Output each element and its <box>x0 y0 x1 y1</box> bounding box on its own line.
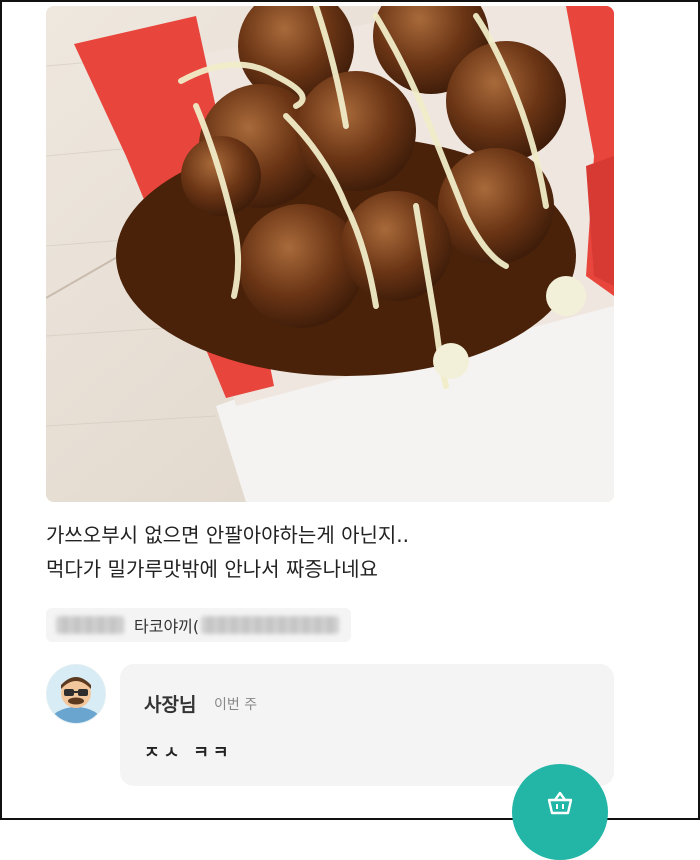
review-line-2: 먹다가 밀가루맛밖에 안나서 짜증나네요 <box>46 557 378 581</box>
reply-text: ㅈㅅ ㅋㅋ <box>144 743 233 763</box>
basket-icon <box>547 791 573 815</box>
blurred-text <box>201 616 340 634</box>
owner-avatar-icon <box>50 677 102 723</box>
review-photo[interactable] <box>46 6 614 502</box>
reply-author-name: 사장님 <box>144 694 197 716</box>
review-text: 가쓰오부시 없으면 안팔아야하는게 아닌지.. 먹다가 밀가루맛밖에 안나서 짜… <box>46 518 646 586</box>
owner-avatar <box>46 664 106 724</box>
blurred-text <box>56 616 124 634</box>
takoyaki-photo <box>46 6 614 502</box>
review-line-1: 가쓰오부시 없으면 안팔아야하는게 아닌지.. <box>46 523 409 547</box>
ordered-menu-tag: 타코야끼( <box>46 608 352 642</box>
reply-timestamp: 이번 주 <box>214 697 258 713</box>
basket-button[interactable] <box>512 764 608 860</box>
menu-name: 타코야끼( <box>134 617 200 636</box>
